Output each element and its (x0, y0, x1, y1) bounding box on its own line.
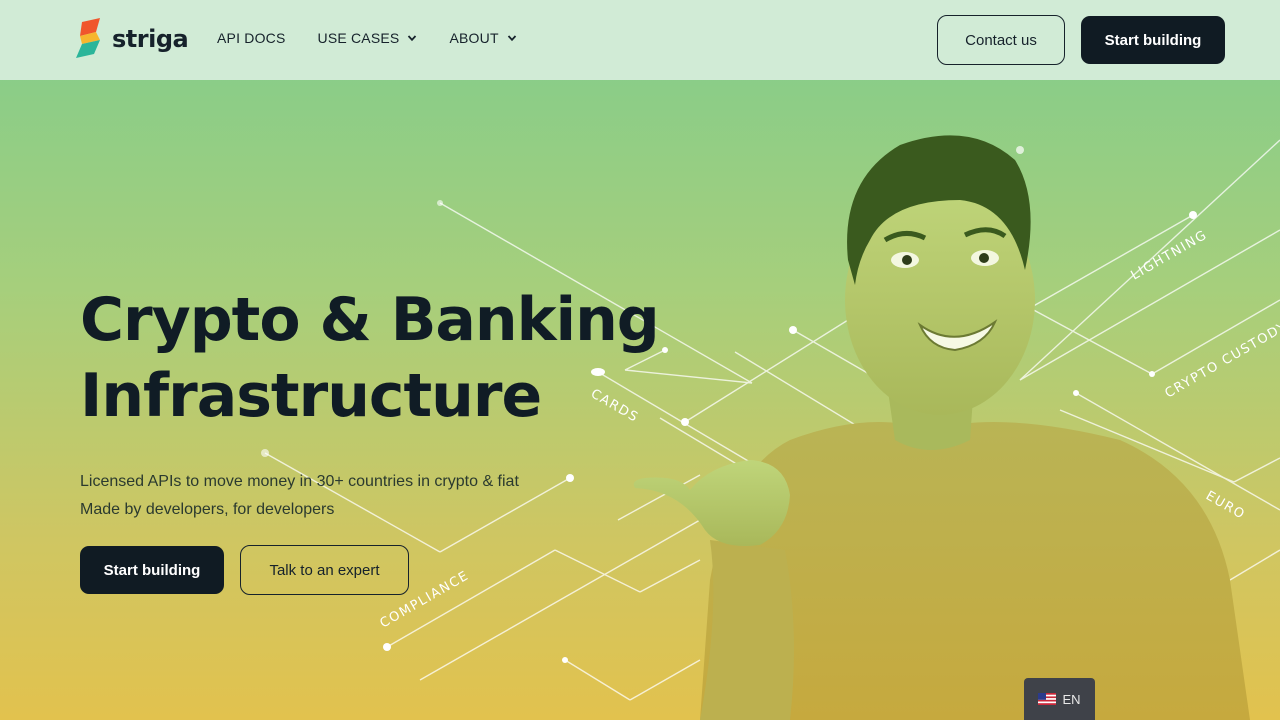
site-header: striga API DOCS USE CASES ABOUT Contact … (0, 0, 1280, 80)
language-code: EN (1062, 691, 1081, 707)
hero-subtitle-line-2: Made by developers, for developers (80, 501, 335, 518)
chevron-down-icon (507, 35, 516, 42)
main-nav: API DOCS USE CASES ABOUT (217, 30, 517, 46)
brand-logo[interactable]: striga (72, 18, 189, 60)
language-switcher[interactable]: EN (1024, 678, 1095, 720)
brand-name: striga (112, 25, 189, 53)
hero-start-building-button[interactable]: Start building (80, 546, 224, 594)
striga-logo-icon (76, 18, 100, 58)
nav-item-label: USE CASES (317, 30, 400, 46)
hero-title: Crypto & Banking Infrastructure (80, 282, 660, 434)
hero-subtitle-line-1: Licensed APIs to move money in 30+ count… (80, 473, 519, 490)
nav-item-about[interactable]: ABOUT (449, 30, 516, 46)
nav-item-use-cases[interactable]: USE CASES (318, 30, 418, 46)
us-flag-icon (1038, 693, 1057, 705)
nav-item-label: ABOUT (449, 30, 499, 46)
hero-title-line-2: Infrastructure (80, 361, 542, 431)
nav-item-label: API DOCS (217, 30, 286, 46)
nav-item-api-docs[interactable]: API DOCS (217, 30, 286, 46)
header-start-building-button[interactable]: Start building (1081, 16, 1225, 64)
talk-to-expert-button[interactable]: Talk to an expert (240, 545, 409, 595)
hero-subtitle: Licensed APIs to move money in 30+ count… (80, 468, 519, 524)
hero-title-line-1: Crypto & Banking (80, 285, 660, 355)
chevron-down-icon (408, 35, 417, 42)
hero-person-image (633, 135, 1250, 720)
contact-us-button[interactable]: Contact us (937, 15, 1065, 65)
